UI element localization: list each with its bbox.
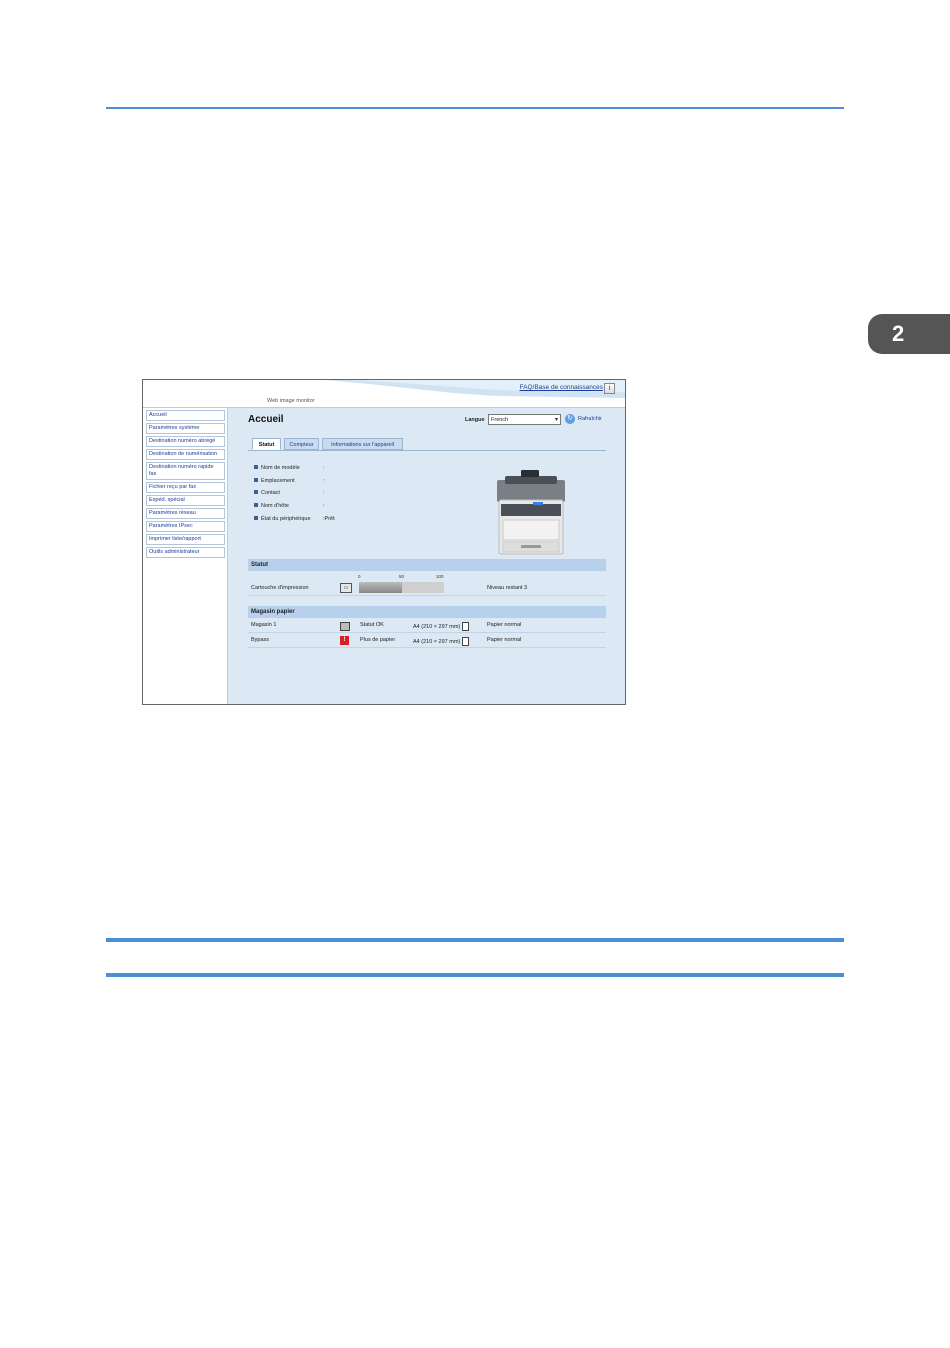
sidebar-item-accueil[interactable]: Accueil (146, 410, 225, 421)
tab-underline (248, 450, 606, 451)
row-divider (248, 595, 606, 596)
tray-status: Statut OK (360, 622, 384, 628)
language-label: Langue (465, 417, 485, 423)
info-icon[interactable]: i (604, 383, 615, 394)
sidebar: Accueil Paramètres système Destination n… (143, 408, 228, 704)
tray-size: A4 (210 × 297 mm) (413, 622, 470, 631)
bullet-icon (254, 490, 258, 494)
web-image-monitor-screenshot: FAQ/Base de connaissances i Web image mo… (142, 379, 626, 705)
row-divider (248, 632, 606, 633)
device-info-value: :Prêt (323, 516, 335, 522)
tray-name: Magasin 1 (251, 622, 277, 628)
wim-header: FAQ/Base de connaissances i Web image mo… (143, 380, 625, 408)
device-info-value: : (323, 503, 325, 509)
tray-ok-icon (340, 622, 350, 631)
header-rule (106, 107, 844, 109)
device-info-label: Nom d'hôte (261, 503, 289, 509)
tab-informations-appareil[interactable]: Informations sur l'appareil (322, 438, 403, 450)
tab-compteur[interactable]: Compteur (284, 438, 319, 450)
device-info-label: Emplacement (261, 478, 295, 484)
row-divider (248, 647, 606, 648)
scale-label: 100 (436, 574, 444, 579)
chapter-number: 2 (892, 321, 905, 346)
page-title: Accueil (248, 414, 284, 425)
device-info-model: Nom de modèle (254, 465, 300, 471)
sidebar-item-exped-special[interactable]: Expéd. spécial (146, 495, 225, 506)
status-section-title: Statut (248, 559, 606, 571)
paper-icon (462, 637, 470, 646)
device-info-label: Contact (261, 490, 280, 496)
app-name: Web image monitor (267, 398, 315, 404)
faq-link[interactable]: FAQ/Base de connaissances (520, 384, 603, 391)
sidebar-item-parametres-ipsec[interactable]: Paramètres IPsec (146, 521, 225, 532)
paper-section-title: Magasin papier (248, 606, 606, 618)
printer-image (497, 470, 565, 555)
main-panel: Accueil Langue French ▾ ↻ Rafraîchir Sta… (228, 408, 625, 704)
chevron-down-icon: ▾ (554, 417, 558, 423)
language-select[interactable]: French ▾ (488, 414, 561, 425)
bullet-icon (254, 503, 258, 507)
tray-status: Plus de papier (360, 637, 396, 643)
tab-statut[interactable]: Statut (252, 438, 281, 450)
paper-icon (462, 622, 470, 631)
language-select-value: French (491, 417, 509, 423)
section-rule-bottom (106, 973, 844, 977)
device-info-value: : (323, 490, 325, 496)
device-info-hostname: Nom d'hôte (254, 503, 289, 509)
sidebar-item-destination-numero-rapide-fax[interactable]: Destination numéro rapide fax (146, 462, 225, 480)
sidebar-item-parametres-systeme[interactable]: Paramètres système (146, 423, 225, 434)
refresh-link[interactable]: Rafraîchir (578, 416, 602, 422)
scale-label: 50 (399, 574, 405, 579)
tray-name: Bypass (251, 637, 270, 643)
bullet-icon (254, 516, 258, 520)
tray-paper-type: Papier normal (487, 637, 522, 643)
device-info-state: État du périphérique (254, 516, 311, 522)
tray-size: A4 (210 × 297 mm) (413, 637, 470, 646)
sidebar-item-parametres-reseau[interactable]: Paramètres réseau (146, 508, 225, 519)
cartridge-icon: ▭ (340, 583, 352, 593)
cartridge-label: Cartouche d'impression (251, 585, 309, 591)
device-info-label: État du périphérique (261, 516, 311, 522)
sidebar-item-destination-numerisation[interactable]: Destination de numérisation (146, 449, 225, 460)
bullet-icon (254, 465, 258, 469)
sidebar-item-imprimer-liste[interactable]: Imprimer liste/rapport (146, 534, 225, 545)
toner-level-bar (359, 582, 444, 593)
toner-level-fill (359, 582, 402, 593)
section-rule-top (106, 938, 844, 942)
tray-empty-icon: ! (340, 636, 349, 645)
chapter-tab: 2 (868, 314, 950, 354)
device-info-contact: Contact (254, 490, 280, 496)
bullet-icon (254, 478, 258, 482)
scale-label: 0 (358, 574, 361, 579)
device-info-value: : (323, 478, 325, 484)
tray-size-text: A4 (210 × 297 mm) (413, 638, 461, 645)
tray-size-text: A4 (210 × 297 mm) (413, 623, 461, 630)
tray-paper-type: Papier normal (487, 622, 522, 628)
device-info-location: Emplacement (254, 478, 295, 484)
sidebar-item-outils-administrateur[interactable]: Outils administrateur (146, 547, 225, 558)
sidebar-item-destination-numero-abrege[interactable]: Destination numéro abrégé (146, 436, 225, 447)
sidebar-item-fichier-recu-fax[interactable]: Fichier reçu par fax (146, 482, 225, 493)
refresh-icon[interactable]: ↻ (565, 414, 575, 424)
device-info-value: : (323, 465, 325, 471)
device-info-label: Nom de modèle (261, 465, 300, 471)
remaining-level: Niveau restant 3 (487, 585, 528, 591)
